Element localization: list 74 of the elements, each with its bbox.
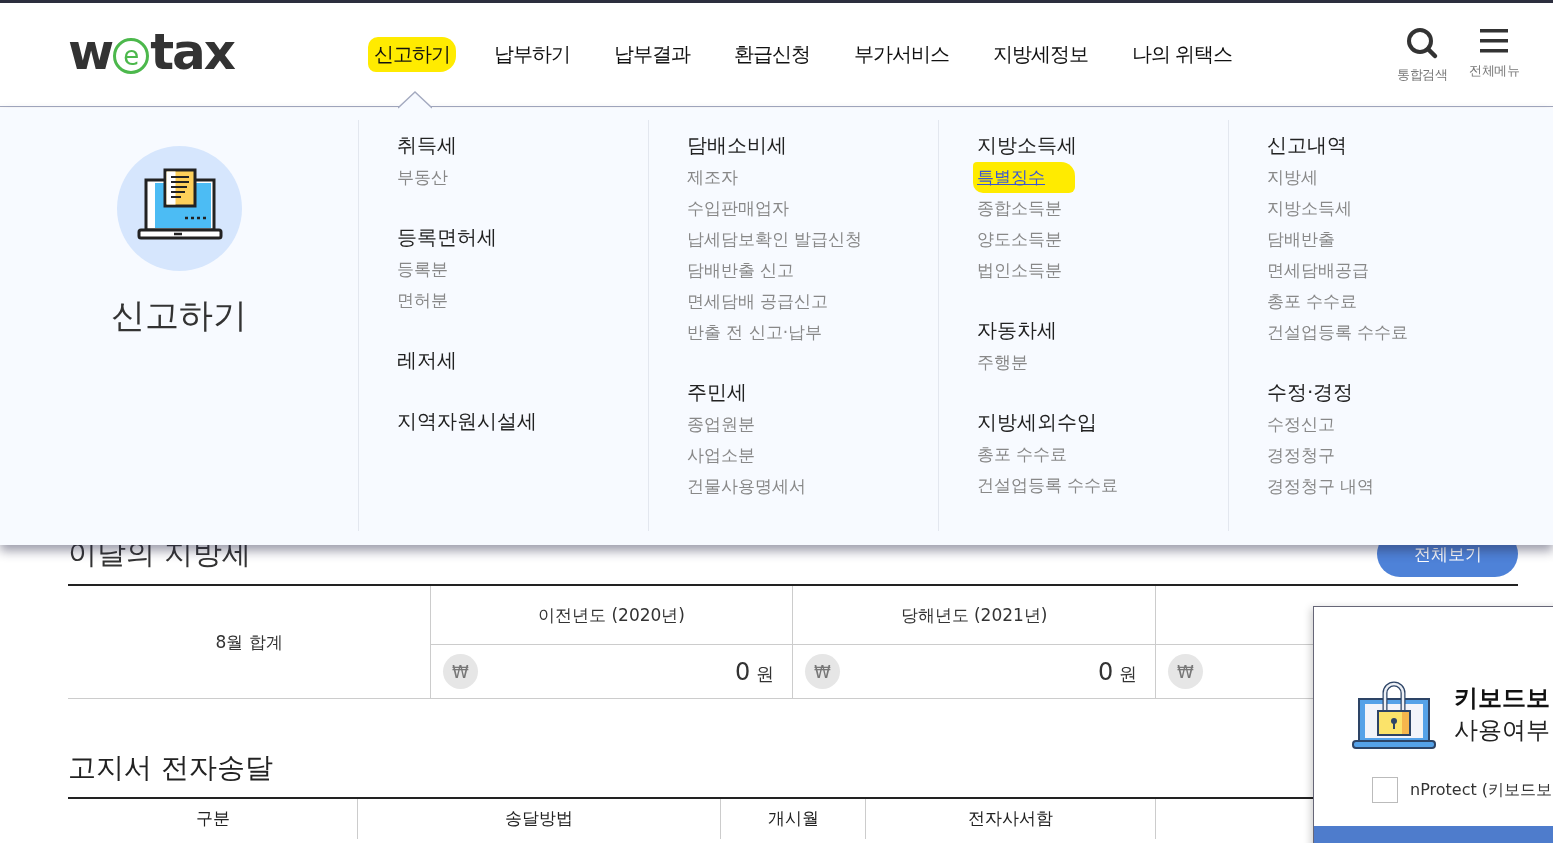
menu-heading[interactable]: 등록면허세: [397, 220, 497, 254]
menu-link[interactable]: 법인소득분: [977, 255, 1062, 286]
menu-link[interactable]: 반출 전 신고·납부: [687, 317, 823, 348]
section-title: 고지서 전자송달: [68, 750, 273, 786]
menu-link[interactable]: 건물사용명세서: [687, 471, 806, 502]
tool-label: 전체메뉴: [1469, 61, 1519, 80]
search-icon: [1405, 25, 1439, 60]
menu-link[interactable]: 건설업등록 수수료: [977, 470, 1119, 501]
menu-link[interactable]: 사업소분: [687, 440, 755, 471]
nav-tab[interactable]: 납부결과: [608, 37, 697, 72]
menu-heading[interactable]: 지역자원시설세: [397, 404, 537, 438]
nav-tab[interactable]: 신고하기: [368, 37, 457, 72]
tool-button[interactable]: 통합검색: [1397, 25, 1447, 84]
menu-link[interactable]: 수입판매업자: [687, 193, 789, 224]
menu-link[interactable]: 담배반출: [1267, 224, 1335, 255]
column-header: 전자사서함: [968, 807, 1053, 829]
menu-heading[interactable]: 레저세: [397, 343, 457, 377]
menu-link[interactable]: 지방소득세: [1267, 193, 1352, 224]
menu-link[interactable]: 종합소득분: [977, 193, 1062, 224]
currency-unit: 원: [1118, 662, 1137, 684]
nav-tab[interactable]: 나의 위택스: [1126, 37, 1239, 72]
menu-heading[interactable]: 취득세: [397, 128, 457, 162]
menu-link[interactable]: 건설업등록 수수료: [1267, 317, 1409, 348]
menu-link[interactable]: 주행분: [977, 347, 1028, 378]
won-icon: ₩: [443, 654, 478, 689]
logo[interactable]: w e tax: [68, 22, 235, 81]
laptop-document-icon: [116, 146, 242, 271]
menu-link[interactable]: 종업원분: [687, 409, 755, 440]
checkbox-label: nProtect (키보드보: [1410, 779, 1553, 801]
nav-tab[interactable]: 지방세정보: [987, 37, 1095, 72]
column-header: 개시월: [767, 807, 819, 829]
column-header: 당해년도 (2021년): [900, 603, 1048, 627]
nav-tab[interactable]: 환급신청: [728, 37, 817, 72]
menu-heading[interactable]: 자동차세: [977, 313, 1057, 347]
tool-button[interactable]: 전체메뉴: [1469, 25, 1519, 84]
menu-link[interactable]: 경정청구: [1267, 440, 1335, 471]
menu-heading[interactable]: 신고내역: [1267, 128, 1347, 162]
menu-heading[interactable]: 수정·경정: [1267, 375, 1354, 409]
laptop-lock-icon: [1352, 679, 1436, 749]
row-label: 8월 합계: [215, 630, 283, 654]
menu-link[interactable]: 면세담배 공급신고: [687, 286, 829, 317]
menu-link[interactable]: 지방세: [1267, 162, 1318, 193]
menu-link[interactable]: 면세담배공급: [1267, 255, 1369, 286]
menu-heading[interactable]: 주민세: [687, 375, 747, 409]
menu-link[interactable]: 경정청구 내역: [1267, 471, 1375, 502]
popup-subtitle: 사용여부: [1454, 715, 1550, 746]
menu-heading[interactable]: 지방소득세: [977, 128, 1077, 162]
column-header: 이전년도 (2020년): [538, 603, 685, 627]
menu-link[interactable]: 등록분: [397, 254, 448, 285]
currency-unit: 원: [755, 662, 774, 684]
menu-title: 신고하기: [111, 294, 247, 337]
menu-link[interactable]: 수정신고: [1267, 409, 1335, 440]
menu-link[interactable]: 특별징수: [973, 162, 1075, 193]
amount-value: 0: [735, 657, 751, 686]
menu-link[interactable]: 총포 수수료: [1267, 286, 1358, 317]
won-icon: ₩: [1168, 654, 1203, 689]
column-header: 송달방법: [505, 807, 573, 829]
menu-link[interactable]: 부동산: [397, 162, 448, 193]
menu-link[interactable]: 양도소득분: [977, 224, 1062, 255]
menu-link[interactable]: 납세담보확인 발급신청: [687, 224, 863, 255]
nav-tab[interactable]: 납부하기: [488, 37, 577, 72]
menu-link[interactable]: 담배반출 신고: [687, 255, 795, 286]
nav-tab[interactable]: 부가서비스: [848, 37, 956, 72]
column-header: 구분: [195, 807, 230, 829]
menu-heading[interactable]: 담배소비세: [687, 128, 787, 162]
won-icon: ₩: [805, 654, 840, 689]
menu-link[interactable]: 제조자: [687, 162, 738, 193]
amount-value: 0: [1098, 657, 1114, 686]
popup-title: 키보드보: [1454, 683, 1550, 714]
menu-link[interactable]: 총포 수수료: [977, 439, 1068, 470]
tool-label: 통합검색: [1397, 65, 1447, 84]
checkbox[interactable]: [1372, 777, 1398, 803]
menu-link[interactable]: 면허분: [397, 285, 448, 316]
menu-heading[interactable]: 지방세외수입: [977, 405, 1097, 439]
